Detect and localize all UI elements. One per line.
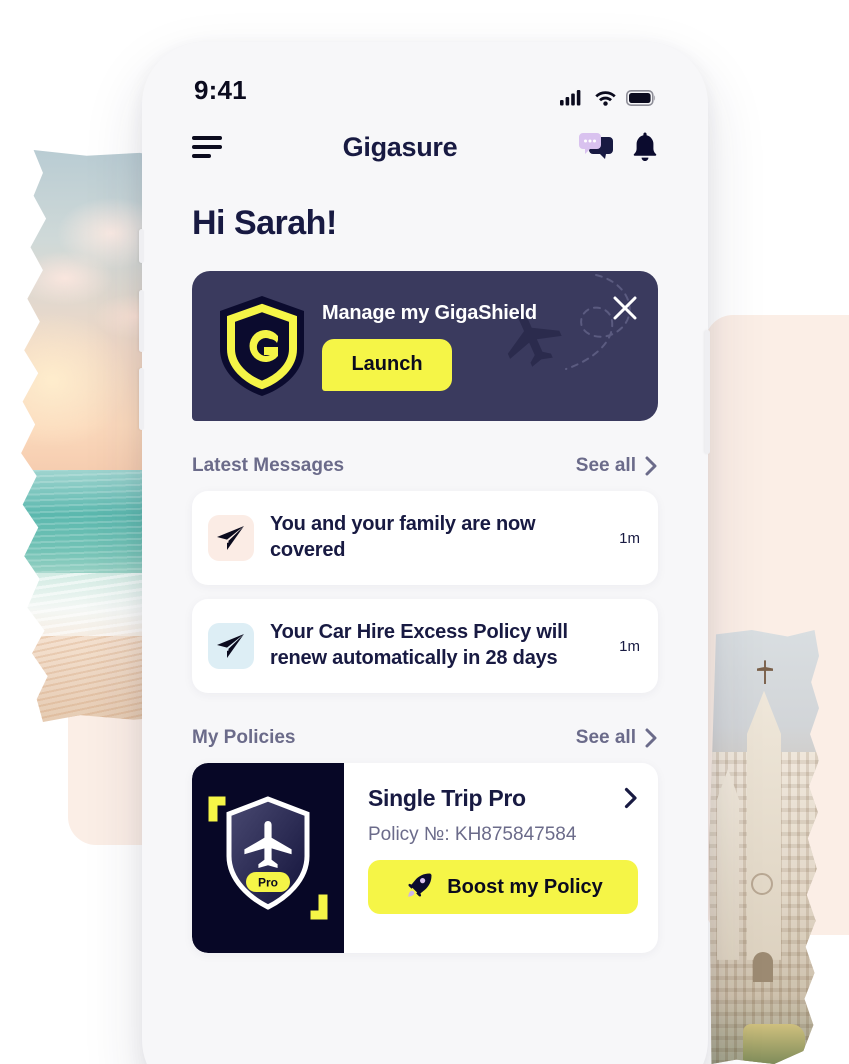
phone-silent-switch[interactable] [139,229,144,263]
launch-button[interactable]: Launch [322,338,452,391]
cathedral-side-tower [717,768,739,960]
message-text: You and your family are now covered [270,513,536,561]
phone-volume-up-button[interactable] [139,290,144,352]
cathedral-statue [757,660,773,685]
chevron-right-icon [645,456,657,476]
paper-plane-icon [208,515,254,561]
app-header: Gigasure [142,116,708,178]
see-all-label: See all [575,727,636,748]
paper-plane-icon [208,623,254,669]
policies-section-title: My Policies [192,727,296,748]
cathedral-main-tower [747,690,781,960]
status-time: 9:41 [194,75,247,105]
cathedral-rose-window [751,873,773,896]
bell-icon[interactable] [632,132,658,162]
message-timestamp: 1m [619,529,640,547]
boost-my-policy-button[interactable]: Boost my Policy [368,860,638,914]
battery-full-icon [626,89,656,106]
policies-section-header: My Policies See all [192,727,658,749]
phone-mockup: 9:41 Gigasure Hi Sarah! Manage my GigaSh… [142,42,708,1064]
cellular-signal-icon [560,90,581,106]
policies-see-all-link[interactable]: See all [576,727,658,749]
chevron-right-icon[interactable] [624,787,638,809]
messages-see-all-link[interactable]: See all [576,455,658,477]
list-item[interactable]: You and your family are now covered 1m [192,491,658,585]
rocket-icon [408,873,432,897]
gigashield-promo-banner[interactable]: Manage my GigaShield Launch [192,271,658,421]
status-icons [560,89,656,106]
close-icon[interactable] [612,295,638,321]
promo-title: Manage my GigaShield [322,301,537,324]
cathedral-foliage [743,1024,805,1064]
status-bar: 9:41 [142,42,708,116]
policy-card[interactable]: Pro Single Trip Pro Policy №: KH87584758… [192,763,658,953]
header-actions [578,132,658,162]
cathedral-photo [709,630,819,1064]
message-timestamp: 1m [619,637,640,655]
gigashield-logo-icon [220,296,304,396]
phone-volume-down-button[interactable] [139,368,144,430]
policy-details: Single Trip Pro Policy №: KH875847584 Bo… [344,763,658,953]
chat-bubbles-icon[interactable] [578,132,616,162]
policy-name: Single Trip Pro [368,785,526,811]
shield-airplane-pro-icon: Pro [192,763,344,953]
messages-section-header: Latest Messages See all [192,455,658,477]
hamburger-line [192,154,211,158]
app-brand-logo: Gigasure [342,131,458,162]
list-item[interactable]: Your Car Hire Excess Policy will renew a… [192,599,658,693]
chevron-right-icon [645,728,657,748]
promo-content: Manage my GigaShield Launch [322,302,537,391]
policy-tier-label: Pro [258,876,278,890]
hamburger-menu-icon[interactable] [192,136,222,158]
see-all-label: See all [575,455,636,476]
page-title: Hi Sarah! [192,204,337,242]
policy-number: Policy №: KH875847584 [368,824,577,845]
message-text: Your Car Hire Excess Policy will renew a… [270,621,568,669]
phone-power-button[interactable] [705,330,710,454]
cathedral-entrance-arch [753,951,773,982]
messages-section-title: Latest Messages [192,455,345,476]
boost-button-label: Boost my Policy [447,875,603,898]
wifi-icon [595,91,616,106]
page-backdrop: 9:41 Gigasure Hi Sarah! Manage my GigaSh… [0,0,849,1064]
hamburger-line [192,145,222,149]
hamburger-line [192,136,222,140]
